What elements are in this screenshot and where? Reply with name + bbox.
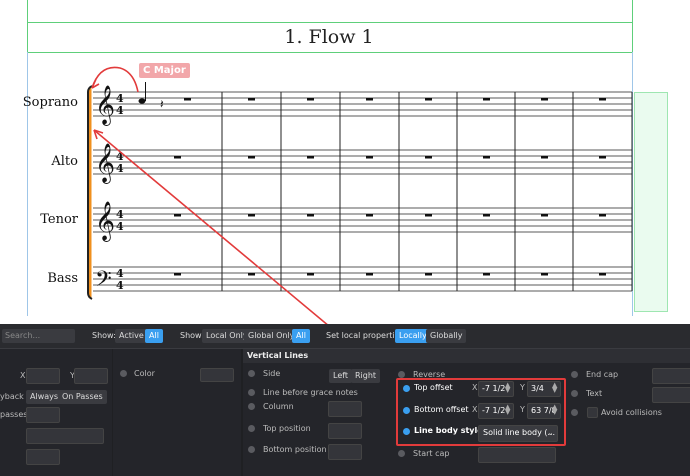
color-label: Color <box>134 369 155 378</box>
top-position-label: Top position <box>263 424 311 433</box>
x-label: X <box>20 371 26 380</box>
properties-toolbar: Search... Show: Active All Show: Local O… <box>0 324 690 349</box>
highlight-box <box>396 378 566 446</box>
text-toggle[interactable] <box>571 390 578 397</box>
side-left-button[interactable]: Left <box>329 369 353 383</box>
end-cap-toggle[interactable] <box>571 371 578 378</box>
start-cap-label: Start cap <box>413 449 450 458</box>
show-all-button[interactable]: All <box>145 329 163 343</box>
playback-on-passes-button[interactable]: On Passes <box>58 390 107 404</box>
column-toggle[interactable] <box>248 403 255 410</box>
side-toggle[interactable] <box>248 370 255 377</box>
end-cap-select[interactable] <box>652 368 690 384</box>
bottom-position-field[interactable] <box>328 444 362 460</box>
avoid-collisions-checkbox[interactable] <box>587 407 598 418</box>
bottom-position-label: Bottom position <box>263 445 327 454</box>
bottom-position-toggle[interactable] <box>248 446 255 453</box>
start-cap-select[interactable] <box>478 447 556 463</box>
side-right-button[interactable]: Right <box>351 369 381 383</box>
end-cap-label: End cap <box>586 370 619 379</box>
line-before-grace-toggle[interactable] <box>248 389 255 396</box>
line-before-grace-label: Line before grace notes <box>263 388 358 397</box>
start-cap-toggle[interactable] <box>398 450 405 457</box>
playback-always-button[interactable]: Always <box>26 390 63 404</box>
top-position-field[interactable] <box>328 423 362 439</box>
column-label: Column <box>263 402 294 411</box>
properties-search-input[interactable]: Search... <box>2 329 75 343</box>
x-field[interactable] <box>26 368 60 384</box>
top-position-toggle[interactable] <box>248 425 255 432</box>
side-label: Side <box>263 369 281 378</box>
show-global-only-button[interactable]: Global Only <box>244 329 299 343</box>
color-toggle[interactable] <box>120 370 127 377</box>
avoid-collisions-toggle[interactable] <box>571 409 578 416</box>
vertical-lines-header: Vertical Lines <box>243 349 690 363</box>
text-label: Text <box>586 389 603 398</box>
show-scope-all-button[interactable]: All <box>292 329 310 343</box>
globally-button[interactable]: Globally <box>426 329 467 343</box>
color-swatch[interactable] <box>200 368 234 382</box>
text-field[interactable] <box>652 387 690 403</box>
left-field-1[interactable] <box>26 428 104 444</box>
show-scope-label: Show: <box>180 331 204 340</box>
passes-label: passes <box>0 410 28 419</box>
show-active-button[interactable]: Active <box>115 329 148 343</box>
reverse-toggle[interactable] <box>398 371 405 378</box>
column-field[interactable] <box>328 401 362 417</box>
playback-label: yback <box>0 392 24 401</box>
properties-panel: Search... Show: Active All Show: Local O… <box>0 324 690 476</box>
left-field-2[interactable] <box>26 449 60 465</box>
show-label: Show: <box>92 331 116 340</box>
avoid-collisions-label: Avoid collisions <box>601 408 662 417</box>
y-field[interactable] <box>74 368 108 384</box>
passes-field[interactable] <box>26 407 60 423</box>
